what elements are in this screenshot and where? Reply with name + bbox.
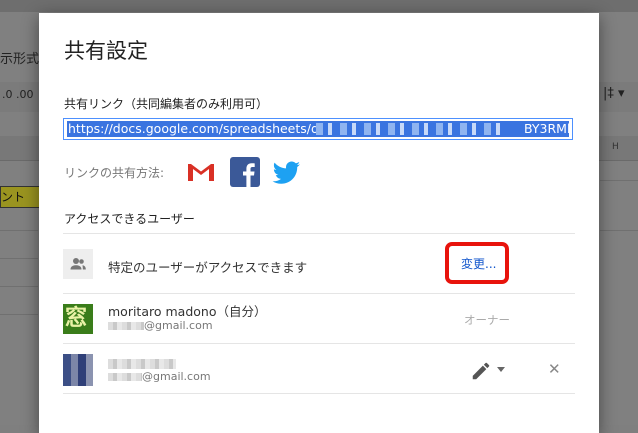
gmail-icon[interactable] bbox=[185, 156, 217, 188]
redacted-email-local bbox=[108, 373, 142, 381]
share-link-suffix: BY3RMk20 bbox=[524, 121, 573, 136]
divider bbox=[63, 343, 575, 344]
permission-dropdown-caret[interactable] bbox=[497, 367, 505, 372]
user-email-domain: @gmail.com bbox=[144, 319, 213, 332]
background-menu-item: 示形式 bbox=[0, 52, 40, 67]
access-scope-text: 特定のユーザーがアクセスできます bbox=[108, 260, 308, 275]
user-email-domain: @gmail.com bbox=[142, 370, 211, 383]
sharing-settings-dialog: 共有設定 共有リンク（共同編集者のみ利用可） https://docs.goog… bbox=[39, 13, 599, 433]
remove-user-button[interactable]: ✕ bbox=[548, 360, 561, 378]
background-highlighted-cell: ント bbox=[0, 186, 40, 208]
background-toolbar-right: |‡ ▾ bbox=[603, 86, 625, 101]
people-icon bbox=[63, 249, 93, 279]
decimal-format-buttons: .0 .00 bbox=[2, 88, 34, 101]
share-link-field[interactable]: https://docs.google.com/spreadsheets/d/ … bbox=[63, 118, 573, 140]
divider bbox=[63, 393, 575, 394]
redacted-link-part bbox=[316, 123, 506, 135]
user-email: @gmail.com bbox=[108, 370, 211, 383]
divider bbox=[63, 293, 575, 294]
avatar: 窓 bbox=[63, 304, 93, 334]
change-access-button[interactable]: 変更... bbox=[445, 242, 509, 284]
redacted-user-name bbox=[108, 358, 176, 369]
share-link-label: 共有リンク（共同編集者のみ利用可） bbox=[64, 97, 269, 111]
grid-line bbox=[600, 230, 638, 231]
avatar bbox=[63, 354, 93, 386]
redacted-email-local bbox=[108, 322, 144, 330]
change-access-label: 変更... bbox=[461, 257, 497, 271]
twitter-icon[interactable] bbox=[270, 156, 302, 188]
pencil-icon[interactable] bbox=[470, 360, 492, 382]
access-users-label: アクセスできるユーザー bbox=[64, 212, 195, 226]
grid-line bbox=[0, 314, 38, 315]
share-link-prefix: https://docs.google.com/spreadsheets/d/ bbox=[68, 121, 324, 136]
grid-line bbox=[0, 230, 38, 231]
background-top-bar bbox=[0, 0, 638, 12]
grid-line bbox=[0, 258, 38, 259]
column-header-h: H bbox=[612, 142, 619, 152]
dialog-title: 共有設定 bbox=[64, 39, 148, 63]
share-via-label: リンクの共有方法: bbox=[64, 166, 165, 180]
user-role: オーナー bbox=[464, 313, 510, 327]
user-email: @gmail.com bbox=[108, 319, 213, 332]
user-name: moritaro madono（自分） bbox=[108, 304, 267, 319]
divider bbox=[63, 233, 575, 234]
grid-line bbox=[0, 286, 38, 287]
facebook-icon[interactable] bbox=[229, 156, 261, 188]
grid-line bbox=[600, 180, 638, 181]
